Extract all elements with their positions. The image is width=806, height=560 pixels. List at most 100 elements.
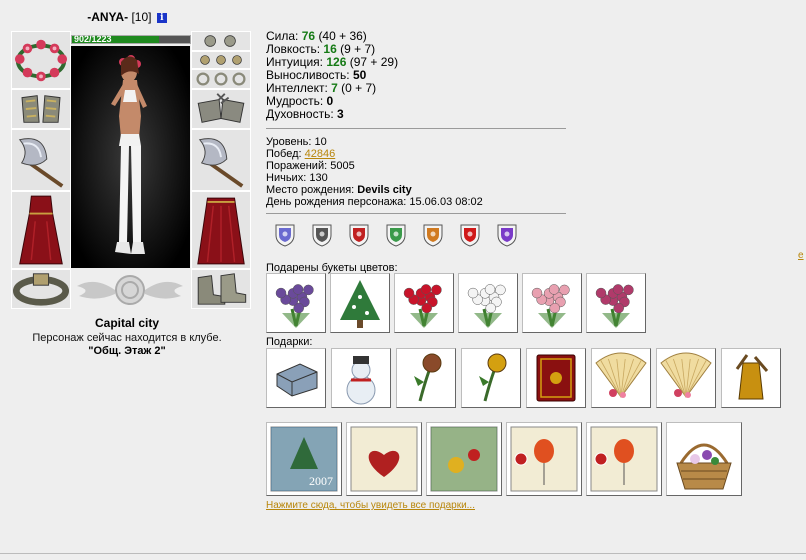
stat-value: 7 xyxy=(331,81,338,95)
hp-bar: 902/1223 xyxy=(71,34,191,44)
daisy-bouquet-icon[interactable] xyxy=(458,273,518,333)
stat-breakdown: (97 + 29) xyxy=(349,55,399,69)
red-shield-icon[interactable] xyxy=(346,222,372,248)
stat-value: 16 xyxy=(323,42,337,56)
gifts-label: Подарки: xyxy=(266,336,313,348)
earrings-icon xyxy=(204,35,236,47)
info-icon[interactable]: i xyxy=(156,13,167,23)
slot-bracers[interactable] xyxy=(11,89,71,129)
slot-boots[interactable] xyxy=(191,269,251,309)
character-avatar[interactable] xyxy=(71,46,190,268)
club-room-name: "Общ. Этаж 2" xyxy=(88,345,166,357)
stat-label: Интуиция: xyxy=(266,55,323,69)
birthday-row: День рождения персонажа: 15.06.03 08:02 xyxy=(266,196,483,208)
violet-bouquet-icon[interactable] xyxy=(266,273,326,333)
stat-breakdown: (0 + 7) xyxy=(341,81,377,95)
stats-divider xyxy=(266,128,566,129)
location-block: Capital city Персонаж сейчас находится в… xyxy=(12,316,242,357)
stat-value: 0 xyxy=(326,94,334,108)
stat-value: 76 xyxy=(301,29,316,43)
slot-belt[interactable] xyxy=(11,269,71,309)
character-nick[interactable]: -ANYA- xyxy=(87,10,128,24)
edge-link[interactable]: е xyxy=(798,250,804,261)
stat-label: Сила: xyxy=(266,29,299,43)
stat-value: 50 xyxy=(352,68,367,82)
red-roses-bouquet-icon[interactable] xyxy=(394,273,454,333)
slot-helmet-wreath[interactable] xyxy=(11,31,71,89)
character-level: [10] xyxy=(131,10,152,24)
losses-row: Поражений: 5005 xyxy=(266,160,355,172)
stat-value: 126 xyxy=(326,55,347,69)
stat-breakdown: (9 + 7) xyxy=(340,42,376,56)
belt-icon xyxy=(12,273,70,306)
wins-row: Побед: 42846 xyxy=(266,148,336,160)
stat-value: 3 xyxy=(337,107,344,121)
heart-card-icon[interactable] xyxy=(346,422,422,496)
clan-emblem xyxy=(75,272,185,308)
golden-vase-icon[interactable] xyxy=(721,348,781,408)
golden-rose-icon[interactable] xyxy=(461,348,521,408)
red-flower-badge-icon[interactable] xyxy=(457,222,483,248)
cards-row: 2007 xyxy=(266,422,742,496)
new-year-card-icon[interactable]: 2007 xyxy=(266,422,342,496)
stat-label: Ловкость: xyxy=(266,42,321,56)
character-info: Уровень: 10 Побед: 42846 Поражений: 5005… xyxy=(266,136,483,208)
see-all-gifts-link[interactable]: Нажмите сюда, чтобы увидеть все подарки.… xyxy=(266,500,475,511)
flower-wreath-icon xyxy=(14,39,68,82)
stat-label: Интеллект: xyxy=(266,81,328,95)
pink-flowers-bouquet-icon[interactable] xyxy=(586,273,646,333)
stat-label: Духовность: xyxy=(266,107,334,121)
fan-icon[interactable] xyxy=(656,348,716,408)
city-name: Capital city xyxy=(94,316,160,330)
slot-legs[interactable] xyxy=(191,191,251,269)
rose-branch-icon[interactable] xyxy=(396,348,456,408)
info-divider xyxy=(266,213,566,214)
gray-shield-icon[interactable] xyxy=(309,222,335,248)
silver-box-icon[interactable] xyxy=(266,348,326,408)
christmas-ornament-card-icon[interactable] xyxy=(426,422,502,496)
badge-row xyxy=(272,222,520,248)
stat-label: Мудрость: xyxy=(266,94,324,108)
slot-armor[interactable] xyxy=(11,191,71,269)
snowman-icon[interactable] xyxy=(331,348,391,408)
hp-text: 902/1223 xyxy=(74,34,112,44)
axe-icon xyxy=(18,138,64,188)
christmas-tree-icon[interactable] xyxy=(330,273,390,333)
pink-branch-bouquet-icon[interactable] xyxy=(522,273,582,333)
slot-rings-top[interactable] xyxy=(191,31,251,51)
card-caption: 2007 xyxy=(309,474,333,488)
red-dress-armor-icon xyxy=(19,195,63,265)
violet-orb-badge-icon[interactable] xyxy=(494,222,520,248)
fan-icon[interactable] xyxy=(591,348,651,408)
rings-icon xyxy=(196,72,246,86)
amulet-icon xyxy=(200,55,242,65)
green-shield-icon[interactable] xyxy=(383,222,409,248)
boots-icon xyxy=(197,273,247,305)
stats-list: Сила: 76 (40 + 36) Ловкость: 16 (9 + 7) Ин… xyxy=(266,30,398,121)
orange-shield-icon[interactable] xyxy=(420,222,446,248)
level-row: Уровень: 10 xyxy=(266,136,327,148)
axe-icon xyxy=(198,138,244,188)
flower-basket-icon[interactable] xyxy=(666,422,742,496)
slot-ring-set[interactable] xyxy=(191,69,251,89)
gifts-row xyxy=(266,348,781,408)
purple-shield-icon[interactable] xyxy=(272,222,298,248)
bracers-icon xyxy=(21,95,61,123)
wins-link[interactable]: 42846 xyxy=(305,148,336,160)
stat-row: Духовность: 3 xyxy=(266,108,398,121)
stat-breakdown: (40 + 36) xyxy=(318,29,367,43)
draws-row: Ничьих: 130 xyxy=(266,172,328,184)
birthplace-row: Место рождения: Devils city xyxy=(266,184,412,196)
slot-rings[interactable] xyxy=(191,51,251,69)
bottom-divider xyxy=(0,553,806,554)
balloon-card-icon[interactable] xyxy=(586,422,662,496)
red-book-icon[interactable] xyxy=(526,348,586,408)
slot-weapon-right[interactable] xyxy=(191,129,251,191)
stat-label: Выносливость: xyxy=(266,68,350,82)
slot-gloves[interactable] xyxy=(191,89,251,129)
club-status-text: Персонаж сейчас находится в клубе. xyxy=(32,332,222,344)
balloon-card-icon[interactable] xyxy=(506,422,582,496)
character-header: -ANYA- [10] i xyxy=(12,10,242,24)
gauntlets-icon xyxy=(197,93,245,123)
slot-weapon-left[interactable] xyxy=(11,129,71,191)
